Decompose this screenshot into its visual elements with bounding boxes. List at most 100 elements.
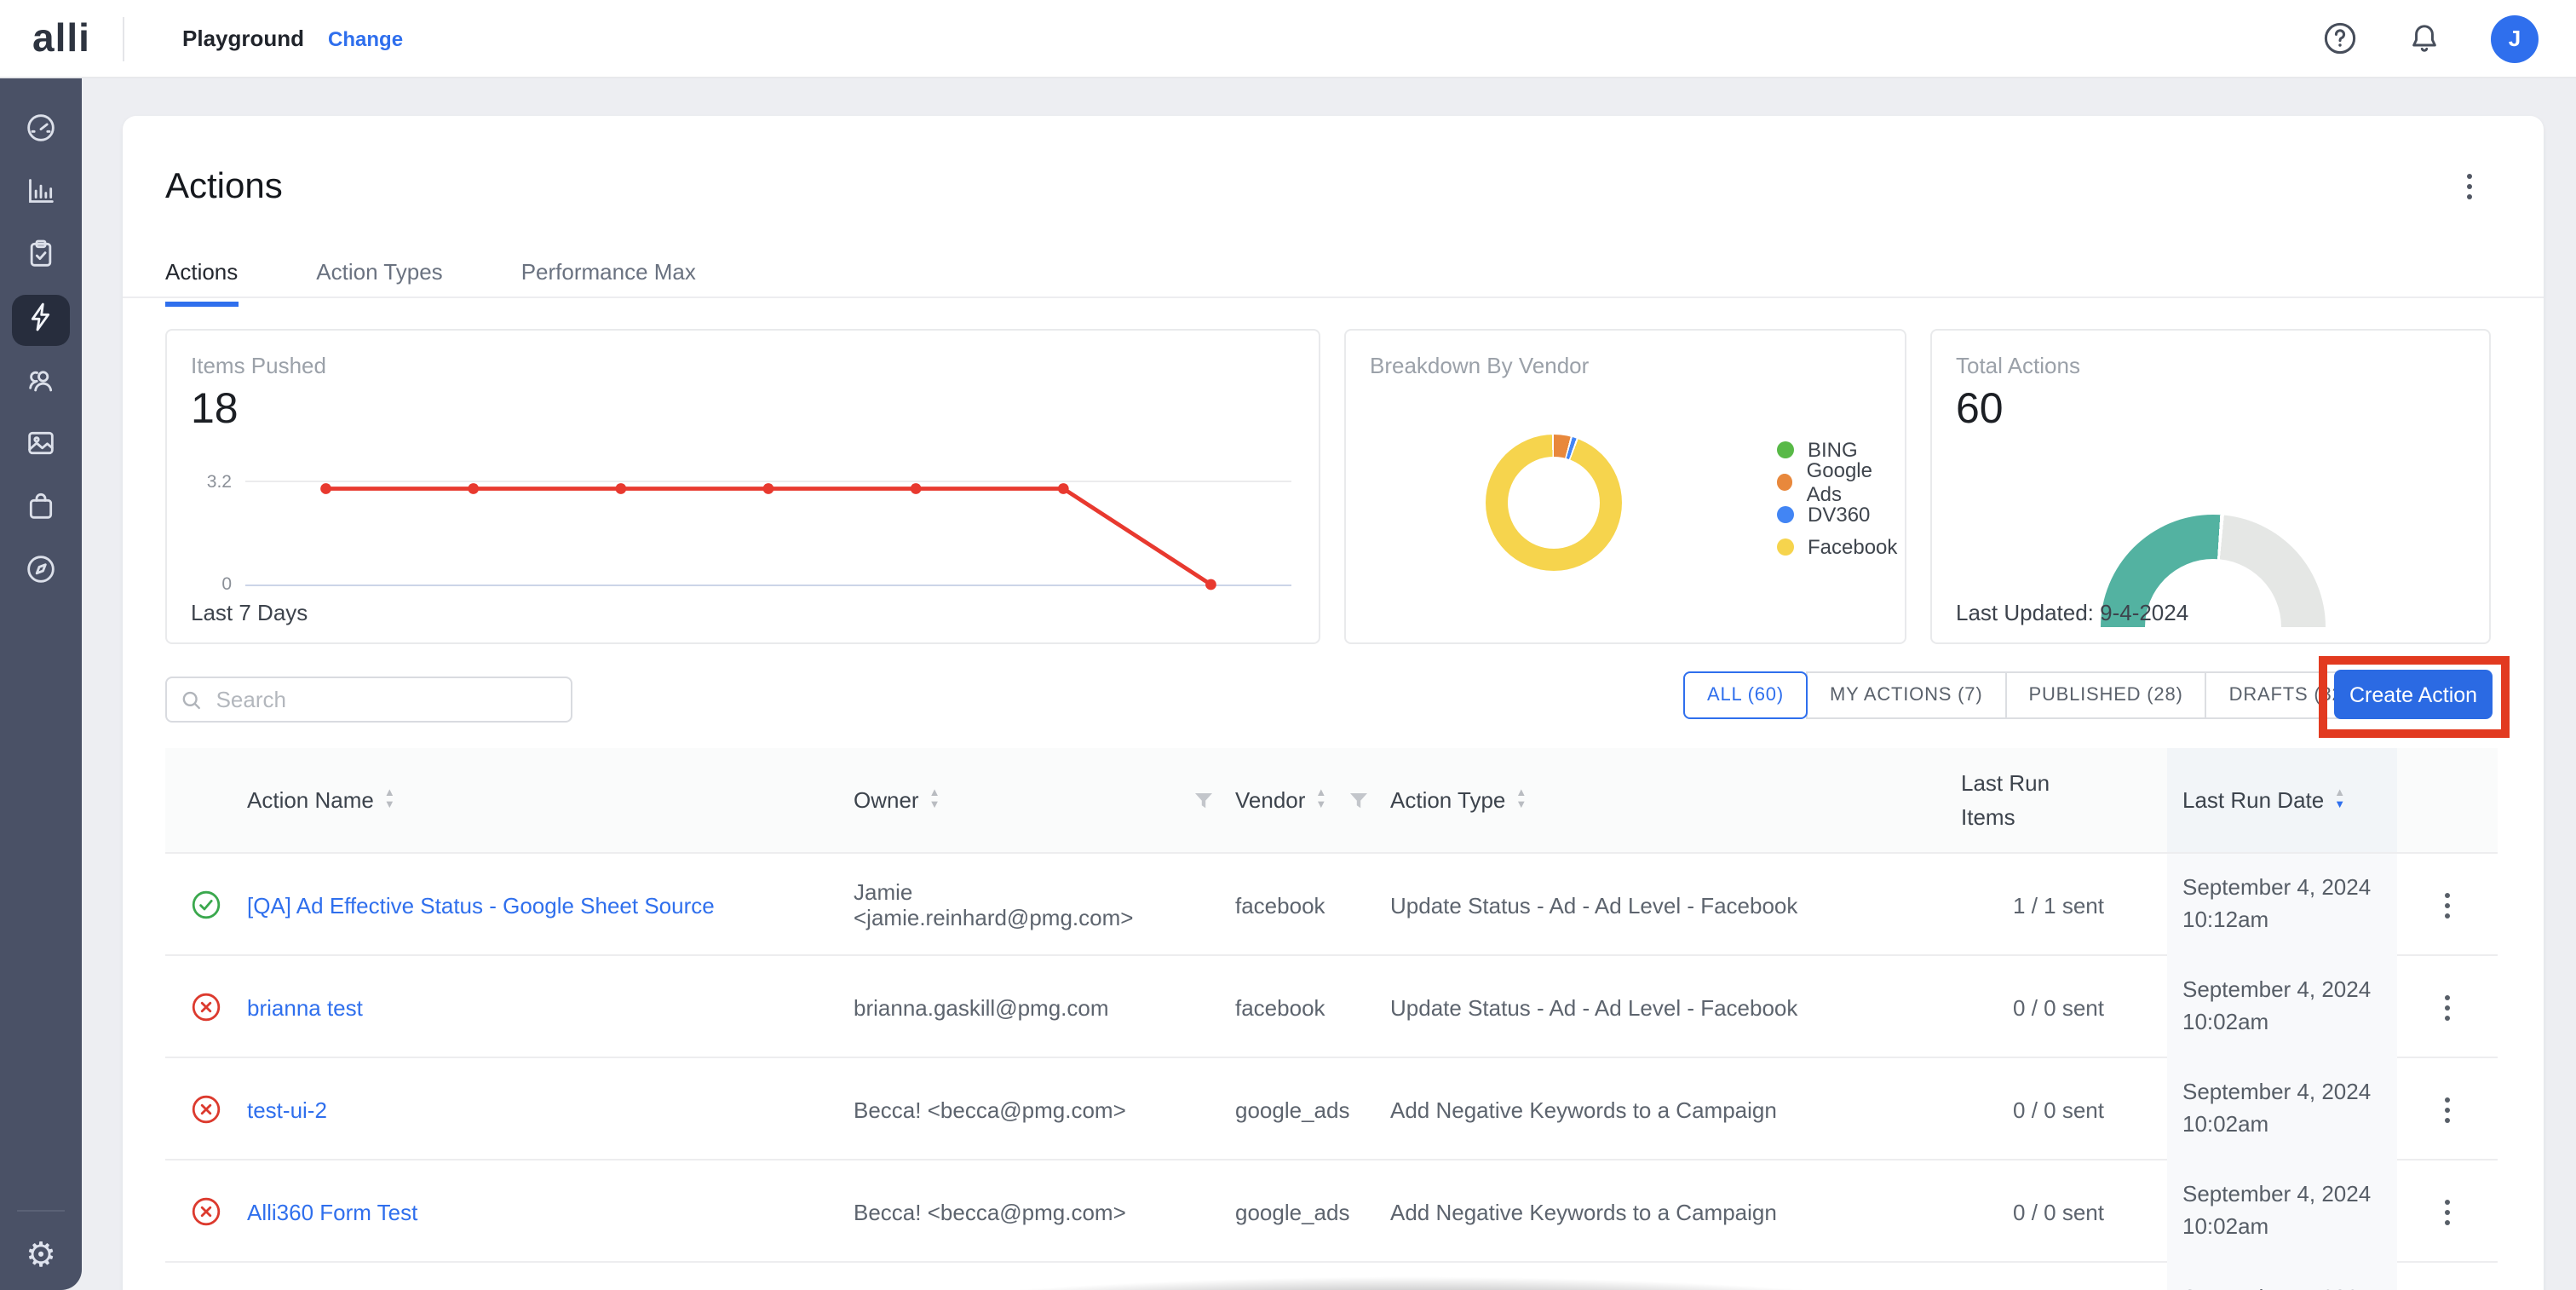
status-error-icon	[165, 992, 247, 1022]
sort-icon[interactable]: ▲▼	[929, 788, 940, 812]
actions-panel: Actions Actions Action Types Performance…	[123, 116, 2544, 1290]
sort-icon-active[interactable]: ▲▼	[2334, 788, 2345, 812]
total-actions-value: 60	[1956, 385, 2004, 435]
help-icon[interactable]	[2320, 20, 2358, 57]
y-tick-bottom: 0	[191, 574, 232, 595]
settings-gear-icon[interactable]: ⚙	[0, 1239, 82, 1273]
action-type-cell: Update Status - Ad - Ad Level - Facebook	[1390, 892, 1961, 918]
owner-cell: Jamie <jamie.reinhard@pmg.com>	[854, 879, 1194, 930]
panel-kebab-menu-icon[interactable]	[2460, 167, 2479, 206]
action-name-link[interactable]: [QA] Ad Effective Status - Google Sheet …	[247, 892, 715, 918]
action-type-cell: Update Status - Ad - Ad Level - Facebook	[1390, 994, 1961, 1020]
sort-icon[interactable]: ▲▼	[384, 788, 395, 812]
table-row[interactable]: brianna test brianna.gaskill@pmg.com fac…	[165, 954, 2498, 1057]
last-run-date-cell: September 4, 2024	[2167, 1263, 2397, 1290]
row-kebab-menu-icon[interactable]	[2437, 988, 2458, 1027]
tab-bar: Actions Action Types Performance Max	[165, 259, 696, 302]
total-actions-footer: Last Updated: 9-4-2024	[1956, 600, 2188, 625]
legend-item-facebook: Facebook	[1777, 537, 1905, 556]
vendor-cell: facebook	[1235, 994, 1349, 1020]
dv360-color-dot	[1777, 505, 1794, 522]
topbar-divider	[123, 16, 124, 60]
last-run-items-cell: 0 / 0 sent	[1961, 1199, 2167, 1224]
owner-filter-funnel-icon[interactable]	[1194, 792, 1235, 809]
column-header-action-name[interactable]: Action Name▲▼	[247, 787, 854, 813]
row-kebab-menu-icon[interactable]	[2437, 1192, 2458, 1231]
action-name-link[interactable]: brianna test	[247, 994, 363, 1020]
sidebar-item-creative[interactable]	[12, 421, 70, 472]
user-avatar[interactable]: J	[2491, 14, 2539, 62]
line-series	[245, 481, 1291, 586]
owner-cell: Becca! <becca@pmg.com>	[854, 1097, 1194, 1122]
create-action-button[interactable]: Create Action	[2334, 670, 2493, 719]
vendor-cell: google_ads	[1235, 1097, 1349, 1122]
row-kebab-menu-icon[interactable]	[2437, 1090, 2458, 1129]
table-row[interactable]: [QA] Ad Effective Status - Google Sheet …	[165, 852, 2498, 954]
vendor-breakdown-title: Breakdown By Vendor	[1370, 353, 1589, 378]
donut-hole	[1508, 457, 1600, 549]
last-run-items-cell: 0 / 0 sent	[1961, 994, 2167, 1020]
sidebar-item-actions[interactable]	[12, 295, 70, 346]
table-row[interactable]: test-ui-2 Becca! <becca@pmg.com> google_…	[165, 1057, 2498, 1159]
action-name-cell: test-ui-2	[247, 1097, 854, 1122]
lightning-icon	[24, 299, 58, 342]
tab-performance-max[interactable]: Performance Max	[521, 259, 696, 302]
stats-row: Items Pushed 18 3.2 0 Last 7 Days Breakd…	[165, 329, 2491, 644]
column-header-vendor[interactable]: Vendor▲▼	[1235, 787, 1349, 813]
table-row[interactable]: Alli360 Form Test Becca! <becca@pmg.com>…	[165, 1159, 2498, 1261]
filter-chip-all[interactable]: ALL (60)	[1683, 671, 1808, 719]
users-icon	[24, 362, 58, 405]
compass-icon	[24, 551, 58, 594]
sidebar-item-commerce[interactable]	[12, 484, 70, 535]
owner-cell: Becca! <becca@pmg.com>	[854, 1199, 1194, 1224]
sidebar-item-reports[interactable]	[12, 169, 70, 220]
action-type-cell: Add Negative Keywords to a Campaign	[1390, 1097, 1961, 1122]
status-error-icon	[165, 1196, 247, 1227]
items-pushed-value: 18	[191, 385, 239, 435]
legend-item-bing: BING	[1777, 440, 1905, 458]
vendor-breakdown-card: Breakdown By Vendor BING Google Ads DV36…	[1344, 329, 1906, 644]
sidebar-item-explore[interactable]	[12, 547, 70, 598]
shopping-bag-icon	[24, 488, 58, 531]
action-name-link[interactable]: test-ui-2	[247, 1097, 327, 1122]
column-header-last-run-date[interactable]: Last Run Date▲▼	[2167, 748, 2397, 852]
y-tick-top: 3.2	[191, 472, 232, 492]
search-input[interactable]	[213, 685, 557, 714]
sidebar-item-dashboard[interactable]	[12, 106, 70, 157]
vendor-cell: facebook	[1235, 892, 1349, 918]
table-row-partial[interactable]: September 4, 2024	[165, 1261, 2498, 1290]
clipboard-check-icon	[24, 236, 58, 279]
topbar-actions: J	[2320, 14, 2539, 62]
last-run-items-cell: 1 / 1 sent	[1961, 892, 2167, 918]
table-header-row: Action Name▲▼ Owner▲▼ Vendor▲▼ Action Ty…	[165, 748, 2498, 852]
legend-item-dv360: DV360	[1777, 504, 1905, 523]
alli-logo[interactable]: alli	[0, 15, 123, 61]
items-pushed-title: Items Pushed	[191, 353, 326, 378]
sort-icon[interactable]: ▲▼	[1315, 788, 1326, 812]
sort-icon[interactable]: ▲▼	[1515, 788, 1527, 812]
sidebar-item-tasks[interactable]	[12, 232, 70, 283]
page-title: Actions	[165, 167, 283, 208]
tabs-divider	[123, 297, 2544, 298]
app-viewport: alli Playground Change J	[0, 0, 2576, 1290]
tab-action-types[interactable]: Action Types	[316, 259, 442, 302]
row-kebab-menu-icon[interactable]	[2437, 885, 2458, 924]
sidebar-item-audiences[interactable]	[12, 358, 70, 409]
filter-chip-published[interactable]: PUBLISHED (28)	[2004, 671, 2206, 719]
filter-chip-group: ALL (60) MY ACTIONS (7) PUBLISHED (28) D…	[1683, 671, 2374, 719]
status-error-icon	[165, 1094, 247, 1125]
column-header-action-type[interactable]: Action Type▲▼	[1390, 787, 1961, 813]
filter-chip-my-actions[interactable]: MY ACTIONS (7)	[1806, 671, 2007, 719]
actions-table: Action Name▲▼ Owner▲▼ Vendor▲▼ Action Ty…	[165, 748, 2498, 1290]
action-name-cell: brianna test	[247, 994, 854, 1020]
action-name-link[interactable]: Alli360 Form Test	[247, 1199, 417, 1224]
column-header-owner[interactable]: Owner▲▼	[854, 787, 1194, 813]
change-workspace-link[interactable]: Change	[328, 26, 403, 50]
facebook-color-dot	[1777, 538, 1794, 555]
tab-actions[interactable]: Actions	[165, 259, 238, 302]
action-type-cell: Add Negative Keywords to a Campaign	[1390, 1199, 1961, 1224]
vendor-filter-funnel-icon[interactable]	[1349, 792, 1390, 809]
owner-cell: brianna.gaskill@pmg.com	[854, 994, 1194, 1020]
sidebar-nav: ⚙	[0, 78, 82, 1290]
notifications-bell-icon[interactable]	[2406, 20, 2443, 57]
